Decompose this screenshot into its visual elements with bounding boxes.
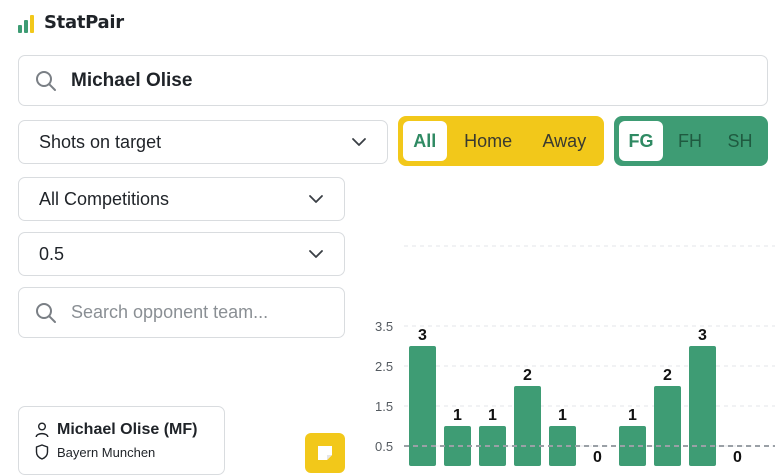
opponent-search-placeholder: Search opponent team... [71,302,269,322]
bar [479,426,506,466]
bar-value-label: 1 [628,407,637,424]
player-name: Michael Olise (MF) [57,421,198,438]
search-icon [36,70,56,91]
bar [549,426,576,466]
bar-value-label: 2 [663,367,672,384]
bar [409,346,436,466]
bar-value-label: 1 [558,407,567,424]
chevron-down-icon [309,195,323,203]
bar-chart-icon [18,13,38,33]
y-tick-label: 2.5 [375,359,393,374]
venue-option-away[interactable]: Away [530,121,599,161]
market-select-value: Shots on target [39,131,162,152]
app-logo: StatPair [18,12,124,33]
chevron-down-icon [309,250,323,258]
bar-value-label: 2 [523,367,532,384]
market-select[interactable]: Shots on target [18,120,388,164]
player-card[interactable]: Michael Olise (MF) Bayern Munchen [18,406,225,475]
venue-option-home[interactable]: Home [449,121,528,161]
bar-value-label: 0 [593,449,602,466]
bar-value-label: 1 [488,407,497,424]
y-tick-label: 0.5 [375,439,393,454]
player-search-input[interactable]: Michael Olise [18,55,768,106]
bar [444,426,471,466]
bar [689,346,716,466]
bar-value-label: 1 [453,407,462,424]
opponent-search-input[interactable]: Search opponent team... [18,287,345,338]
half-option-sh[interactable]: SH [717,121,763,161]
half-option-fh[interactable]: FH [665,121,715,161]
bar [514,386,541,466]
line-select-value: 0.5 [39,243,65,264]
bar-value-label: 3 [698,327,707,344]
competition-select-value: All Competitions [39,188,170,209]
competition-select[interactable]: All Competitions [18,177,345,221]
y-tick-label: 3.5 [375,319,393,334]
shots-bar-chart: 3.5 2.5 1.5 0.5 3 1 1 2 1 0 1 2 3 0 [375,245,775,466]
bar-value-label: 3 [418,327,427,344]
line-select[interactable]: 0.5 [18,232,345,276]
y-tick-label: 1.5 [375,399,393,414]
user-icon [35,422,49,438]
notes-button[interactable] [305,433,345,473]
bar [654,386,681,466]
half-option-fg[interactable]: FG [619,121,663,161]
search-icon [36,302,56,323]
venue-option-all[interactable]: All [403,121,447,161]
chevron-down-icon [352,138,366,146]
sticky-note-icon [318,446,332,460]
app-name: StatPair [44,12,124,33]
bar-value-label: 0 [733,449,742,466]
player-search-value: Michael Olise [71,69,193,91]
shield-icon [35,444,49,460]
half-toggle: FG FH SH [614,116,768,166]
venue-toggle: All Home Away [398,116,604,166]
player-team: Bayern Munchen [57,444,156,460]
